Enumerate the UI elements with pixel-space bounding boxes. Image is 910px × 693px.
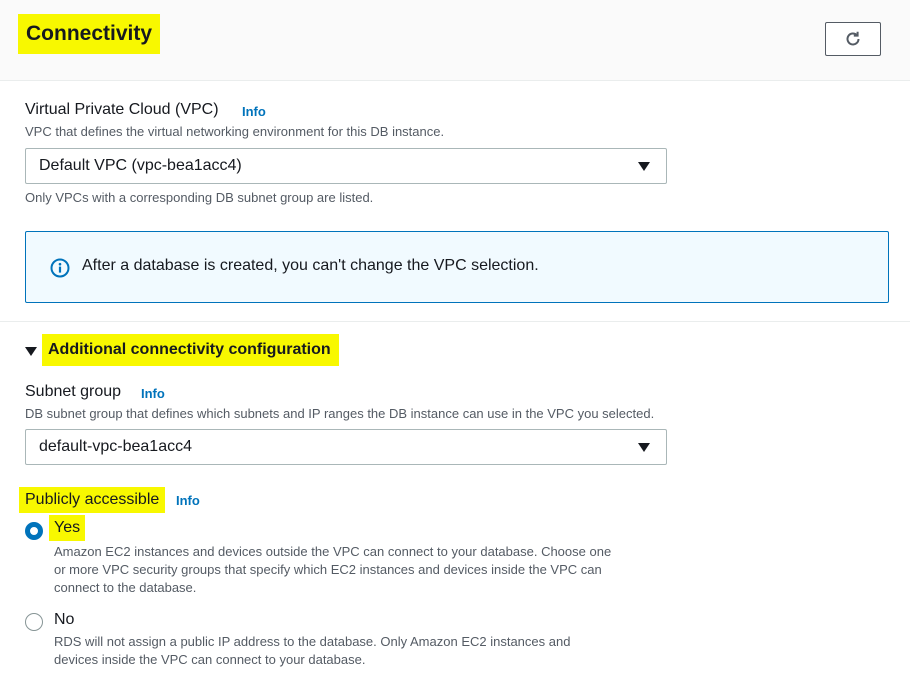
subnet-description: DB subnet group that defines which subne… (25, 406, 655, 421)
radio-no[interactable] (25, 613, 43, 631)
section-header: Connectivity (0, 0, 910, 81)
vpc-info-alert: After a database is created, you can't c… (25, 231, 889, 303)
radio-yes-description-line: Amazon EC2 instances and devices outside… (54, 544, 612, 559)
subnet-info-link[interactable]: Info (141, 386, 165, 401)
vpc-select-value: Default VPC (vpc-bea1acc4) (39, 157, 242, 174)
radio-yes[interactable] (25, 522, 43, 540)
vpc-hint: Only VPCs with a corresponding DB subnet… (25, 190, 374, 205)
subnet-group-select[interactable]: default-vpc-bea1acc4 (25, 429, 667, 465)
additional-config-expander[interactable]: Additional connectivity configuration (42, 334, 339, 366)
vpc-label: Virtual Private Cloud (VPC) (25, 101, 219, 118)
refresh-button[interactable] (825, 22, 881, 56)
caret-down-icon (638, 443, 650, 452)
info-circle-icon (50, 258, 70, 278)
section-divider (0, 321, 910, 322)
radio-yes-description-line: or more VPC security groups that specify… (54, 562, 602, 577)
radio-no-description-line: devices inside the VPC can connect to yo… (54, 652, 366, 667)
radio-no-label[interactable]: No (54, 611, 74, 629)
vpc-info-link[interactable]: Info (242, 104, 266, 119)
vpc-select[interactable]: Default VPC (vpc-bea1acc4) (25, 148, 667, 184)
vpc-description: VPC that defines the virtual networking … (25, 124, 445, 139)
radio-yes-description-line: connect to the database. (54, 580, 197, 595)
alert-text: After a database is created, you can't c… (82, 257, 539, 274)
public-access-info-link[interactable]: Info (176, 493, 200, 508)
radio-no-description-line: RDS will not assign a public IP address … (54, 634, 571, 649)
radio-no-description: RDS will not assign a public IP address … (54, 633, 570, 669)
radio-yes-label[interactable]: Yes (49, 515, 86, 541)
section-title: Connectivity (18, 14, 161, 54)
radio-yes-description: Amazon EC2 instances and devices outside… (54, 543, 611, 597)
refresh-icon (846, 31, 860, 46)
caret-down-icon (638, 162, 650, 171)
caret-down-icon[interactable] (25, 347, 37, 356)
subnet-group-label: Subnet group (25, 383, 122, 400)
subnet-select-value: default-vpc-bea1acc4 (39, 438, 192, 455)
publicly-accessible-label: Publicly accessible (19, 487, 166, 513)
